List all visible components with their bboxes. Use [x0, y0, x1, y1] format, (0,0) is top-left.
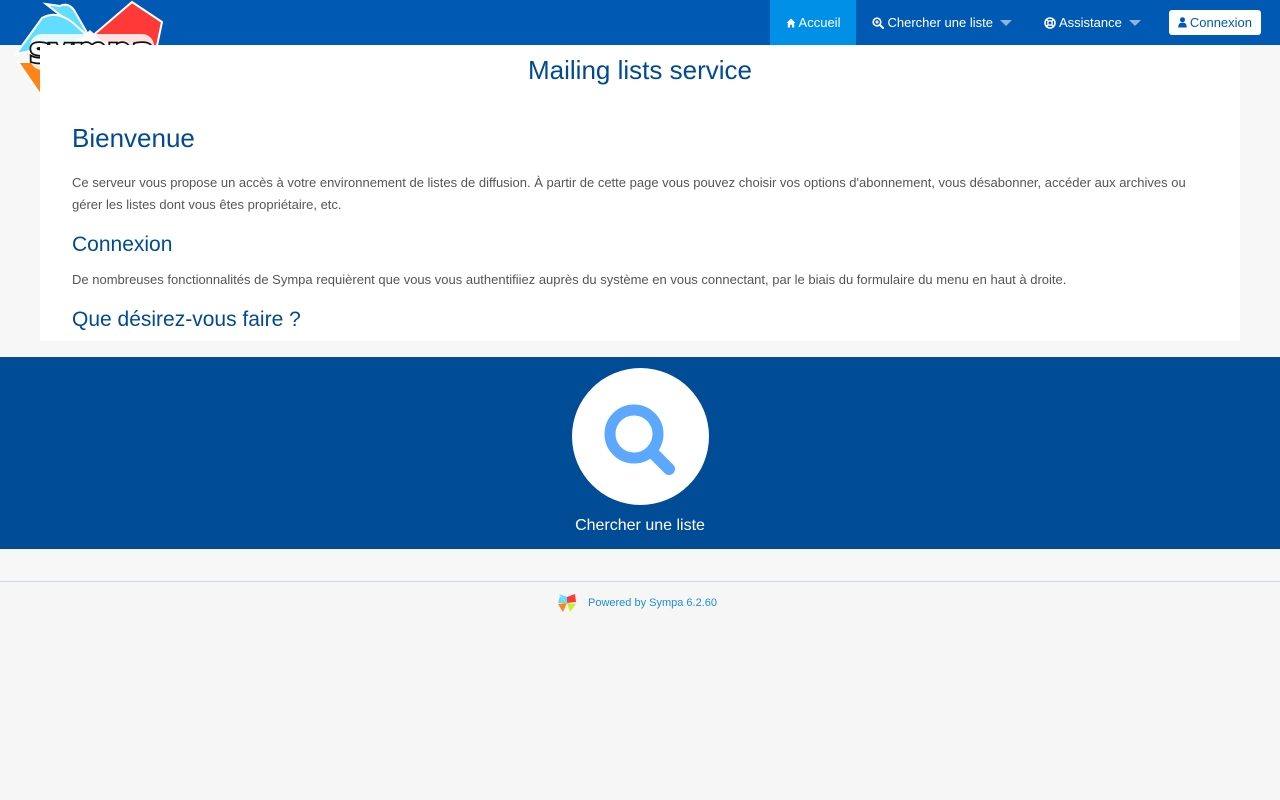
welcome-heading: Bienvenue	[72, 123, 195, 153]
chevron-down-icon	[999, 19, 1012, 26]
search-plus-icon	[872, 16, 885, 29]
actions-heading: Que désirez-vous faire ?	[72, 308, 301, 331]
nav-search-list-label: Chercher une liste	[887, 15, 993, 30]
nav-search-list[interactable]: Chercher une liste	[856, 0, 1028, 45]
top-navbar: Accueil Chercher une liste Assistance Co…	[0, 0, 1280, 45]
login-button-label: Connexion	[1189, 15, 1252, 30]
powered-by-link[interactable]: Powered by Sympa 6.2.60	[556, 592, 717, 614]
nav-home[interactable]: Accueil	[769, 0, 857, 45]
home-icon	[786, 18, 796, 27]
page-title: Mailing lists service	[528, 55, 752, 85]
nav-help[interactable]: Assistance	[1028, 0, 1157, 45]
life-ring-icon	[1044, 16, 1056, 29]
login-button[interactable]: Connexion	[1168, 10, 1261, 35]
actions-band: Chercher une liste	[0, 357, 1280, 549]
search-icon	[604, 404, 675, 475]
nav-home-label: Accueil	[798, 15, 841, 30]
user-icon	[1178, 17, 1187, 28]
nav-menu: Accueil Chercher une liste Assistance Co…	[769, 0, 1280, 45]
main-content: Mailing lists service Bienvenue Ce serve…	[40, 45, 1240, 341]
search-list-label: Chercher une liste	[575, 517, 705, 534]
footer: Powered by Sympa 6.2.60	[0, 582, 1280, 800]
login-heading: Connexion	[72, 233, 173, 256]
nav-help-label: Assistance	[1058, 15, 1122, 30]
nav-login-wrap: Connexion	[1157, 0, 1280, 45]
login-text: De nombreuses fonctionnalités de Sympa r…	[72, 272, 1067, 287]
search-list-tile[interactable]: Chercher une liste	[540, 368, 740, 546]
search-circle	[572, 368, 709, 505]
powered-by-text: Powered by Sympa 6.2.60	[588, 597, 718, 609]
welcome-text: Ce serveur vous propose un accès à votre…	[72, 175, 1186, 212]
chevron-down-icon	[1128, 19, 1141, 26]
sympa-mini-logo	[558, 594, 576, 612]
